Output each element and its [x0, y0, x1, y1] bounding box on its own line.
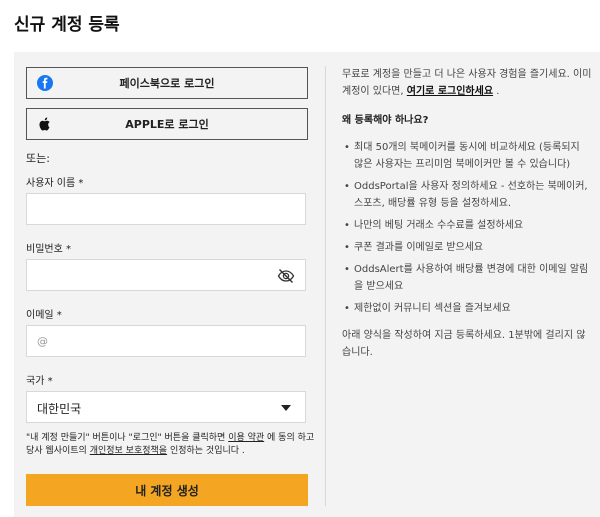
username-label: 사용자 이름 *: [26, 178, 84, 189]
vertical-divider: [325, 66, 326, 506]
apple-login-button[interactable]: APPLE로 로그인: [26, 108, 308, 140]
benefit-item: 쿠폰 결과를 이메일로 받으세요: [342, 239, 592, 256]
login-here-link[interactable]: 여기로 로그인하세요: [407, 86, 493, 97]
benefit-item: OddsPortal을 사용자 정의하세요 - 선호하는 북메이커, 스포츠, …: [342, 178, 592, 212]
benefit-item: 나만의 베팅 거래소 수수료를 설정하세요: [342, 217, 592, 234]
email-field[interactable]: @: [26, 325, 306, 357]
intro-text: 무료로 계정을 만들고 더 나은 사용자 경험을 즐기세요. 이미 계정이 있다…: [342, 66, 592, 100]
or-divider-label: 또는:: [26, 152, 50, 165]
terms-prefix: "내 계정 만들기" 버튼이나 "로그인" 버튼을 클릭하면: [26, 433, 229, 443]
page-title: 신규 계정 등록: [14, 15, 120, 35]
create-account-button[interactable]: 내 계정 생성: [26, 474, 308, 506]
hide-password-icon[interactable]: [277, 268, 295, 284]
benefits-list: 최대 50개의 북메이커를 동시에 비교하세요 (등록되지 않은 사용자는 프리…: [342, 139, 592, 317]
facebook-login-label: 페이스북으로 로그인: [119, 77, 215, 90]
chevron-down-icon: [281, 405, 291, 411]
terms-notice: "내 계정 만들기" 버튼이나 "로그인" 버튼을 클릭하면 이용 약관 에 동…: [26, 432, 316, 458]
password-field[interactable]: [26, 259, 306, 291]
country-selected-value: 대한민국: [37, 402, 82, 416]
privacy-policy-link[interactable]: 개인정보 보호정책을: [90, 446, 167, 456]
registration-panel: 페이스북으로 로그인 APPLE로 로그인 또는: 사용자 이름 * 비밀번호 …: [14, 52, 600, 517]
email-placeholder: @: [37, 335, 48, 348]
facebook-icon: [37, 75, 53, 91]
intro-end: .: [493, 86, 500, 97]
benefit-item: 최대 50개의 북메이커를 동시에 비교하세요 (등록되지 않은 사용자는 프리…: [342, 139, 592, 173]
facebook-login-button[interactable]: 페이스북으로 로그인: [26, 67, 308, 99]
email-label: 이메일 *: [26, 310, 62, 321]
benefit-item: OddsAlert를 사용하여 배당률 변경에 대한 이메일 알림을 받으세요: [342, 261, 592, 295]
registration-info: 무료로 계정을 만들고 더 나은 사용자 경험을 즐기세요. 이미 계정이 있다…: [342, 66, 592, 361]
register-outro: 아래 양식을 작성하여 지금 등록하세요. 1분밖에 걸리지 않습니다.: [342, 330, 586, 358]
country-select[interactable]: 대한민국: [26, 391, 306, 423]
terms-suffix: 인정하는 것입니다 .: [167, 446, 245, 456]
why-register-heading: 왜 등록해야 하나요?: [342, 115, 429, 126]
apple-icon: [39, 117, 50, 131]
terms-of-use-link[interactable]: 이용 약관: [228, 433, 264, 443]
benefit-item: 제한없이 커뮤니티 섹션을 즐겨보세요: [342, 300, 592, 317]
username-field[interactable]: [26, 193, 306, 225]
country-label: 국가 *: [26, 376, 53, 387]
password-label: 비밀번호 *: [26, 244, 71, 255]
apple-login-label: APPLE로 로그인: [125, 118, 209, 131]
